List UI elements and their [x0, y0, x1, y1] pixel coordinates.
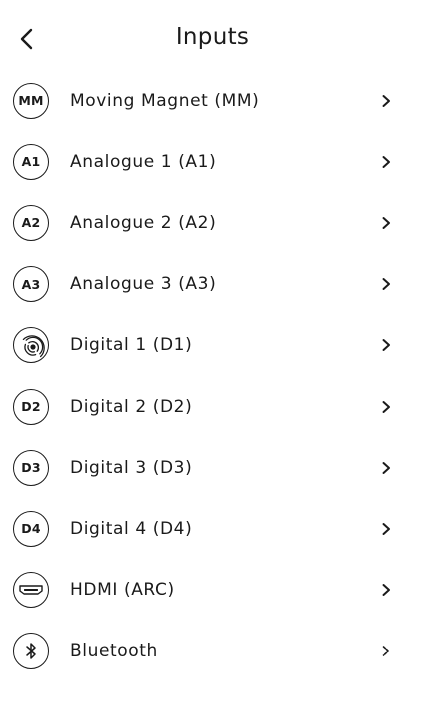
input-row-mm[interactable]: MM Moving Magnet (MM): [0, 70, 425, 131]
chevron-right-icon: [379, 583, 393, 597]
inputs-screen: Inputs MM Moving Magnet (MM) A1 Analogue…: [0, 0, 425, 708]
input-label: HDMI (ARC): [70, 580, 175, 601]
optical-disc-icon: [13, 327, 49, 364]
input-row-hdmi[interactable]: HDMI (ARC): [0, 560, 425, 621]
input-label: Digital 1 (D1): [70, 335, 193, 356]
chevron-right-icon: [379, 94, 393, 108]
chevron-right-icon: [379, 277, 393, 291]
input-row-a2[interactable]: A2 Analogue 2 (A2): [0, 192, 425, 253]
page-title: Inputs: [175, 24, 250, 50]
input-label: Digital 3 (D3): [70, 457, 193, 478]
input-label: Bluetooth: [70, 641, 158, 662]
input-row-d3[interactable]: D3 Digital 3 (D3): [0, 437, 425, 498]
input-label: Digital 4 (D4): [70, 518, 193, 539]
input-row-a3[interactable]: A3 Analogue 3 (A3): [0, 254, 425, 315]
chevron-right-icon: [379, 644, 393, 658]
a3-badge-icon: A3: [13, 266, 49, 303]
header: Inputs: [0, 0, 425, 78]
chevron-right-icon: [379, 400, 393, 414]
input-row-d2[interactable]: D2 Digital 2 (D2): [0, 376, 425, 437]
a2-badge-icon: A2: [13, 204, 49, 241]
input-row-bluetooth[interactable]: Bluetooth: [0, 621, 425, 682]
chevron-right-icon: [379, 522, 393, 536]
a1-badge-icon: A1: [13, 143, 49, 180]
input-row-d1[interactable]: Digital 1 (D1): [0, 315, 425, 376]
input-label: Digital 2 (D2): [70, 396, 193, 417]
chevron-right-icon: [379, 155, 393, 169]
input-label: Analogue 2 (A2): [70, 212, 217, 233]
chevron-right-icon: [379, 461, 393, 475]
mm-badge-icon: MM: [13, 82, 49, 119]
d3-badge-icon: D3: [13, 449, 49, 486]
input-row-d4[interactable]: D4 Digital 4 (D4): [0, 498, 425, 559]
bluetooth-icon: [13, 633, 49, 670]
input-label: Analogue 3 (A3): [70, 274, 217, 295]
chevron-right-icon: [379, 338, 393, 352]
d2-badge-icon: D2: [13, 388, 49, 425]
input-row-a1[interactable]: A1 Analogue 1 (A1): [0, 131, 425, 192]
hdmi-port-icon: [13, 572, 49, 609]
d4-badge-icon: D4: [13, 510, 49, 547]
input-label: Moving Magnet (MM): [70, 90, 260, 111]
input-label: Analogue 1 (A1): [70, 151, 217, 172]
chevron-right-icon: [379, 216, 393, 230]
inputs-list: MM Moving Magnet (MM) A1 Analogue 1 (A1)…: [0, 70, 425, 682]
